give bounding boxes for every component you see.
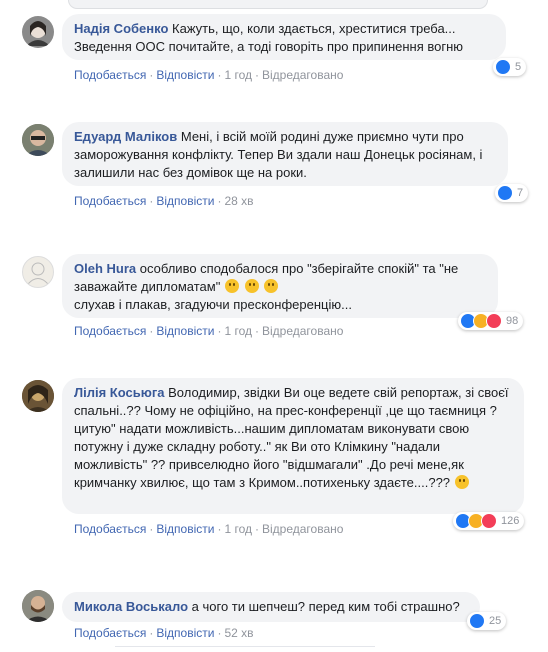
- reaction-summary[interactable]: 126: [453, 512, 525, 530]
- smile-emoji-icon: [244, 279, 259, 293]
- comment-text: Володимир, звідки Ви оце ведете свій реп…: [74, 385, 509, 490]
- love-reaction-icon: [486, 313, 502, 329]
- like-reaction-icon: [497, 185, 513, 201]
- avatar[interactable]: [22, 256, 54, 288]
- reply-link[interactable]: Відповісти: [156, 522, 214, 536]
- like-reaction-icon: [495, 59, 511, 75]
- comment-time[interactable]: 52 хв: [224, 626, 253, 640]
- avatar[interactable]: [22, 590, 54, 622]
- reaction-summary[interactable]: 98: [458, 312, 524, 330]
- comment-bubble: Лілія Косьюга Володимир, звідки Ви оце в…: [62, 378, 524, 514]
- avatar[interactable]: [22, 16, 54, 48]
- smile-emoji-icon: [264, 279, 279, 293]
- reply-link[interactable]: Відповісти: [156, 194, 214, 208]
- previous-comment-bubble-edge: [68, 0, 488, 9]
- love-reaction-icon: [481, 513, 497, 529]
- comment-time[interactable]: 28 хв: [224, 194, 253, 208]
- comment-actions: Подобається · Відповісти · 52 хв: [74, 626, 254, 640]
- comment-author[interactable]: Лілія Косьюга: [74, 385, 164, 400]
- comment-actions: Подобається · Відповісти · 1 год · Відредагова…: [74, 68, 344, 82]
- comment-bubble: Oleh Hura особливо сподобалося про "збер…: [62, 254, 498, 318]
- like-link[interactable]: Подобається: [74, 626, 146, 640]
- reply-link[interactable]: Відповісти: [156, 324, 214, 338]
- reply-link[interactable]: Відповісти: [156, 626, 214, 640]
- user-avatar-icon: [22, 124, 54, 156]
- like-link[interactable]: Подобається: [74, 522, 146, 536]
- comment-time[interactable]: 1 год: [224, 68, 252, 82]
- reaction-count: 7: [517, 187, 524, 199]
- reaction-summary[interactable]: 25: [467, 612, 507, 630]
- comment-text-line2: слухав і плакав, згадуючи пресконференці…: [74, 297, 352, 312]
- comment-actions: Подобається · Відповісти · 1 год · Відредагова…: [74, 324, 344, 338]
- comment-text: а чого ти шепчеш? перед ким тобі страшно…: [191, 599, 460, 614]
- edited-label: Відредаговано: [262, 68, 344, 82]
- reaction-count: 5: [515, 61, 522, 73]
- reaction-count: 126: [501, 515, 520, 527]
- reaction-summary[interactable]: 7: [495, 184, 529, 202]
- confused-emoji-icon: [454, 475, 469, 489]
- divider: [115, 646, 375, 647]
- reaction-count: 98: [506, 315, 519, 327]
- comment-actions: Подобається · Відповісти · 28 хв: [74, 194, 254, 208]
- comment-actions: Подобається · Відповісти · 1 год · Відредагова…: [74, 522, 344, 536]
- comment-author[interactable]: Надія Собенко: [74, 21, 168, 36]
- like-reaction-icon: [469, 613, 485, 629]
- comment-time[interactable]: 1 год: [224, 324, 252, 338]
- like-link[interactable]: Подобається: [74, 194, 146, 208]
- reply-link[interactable]: Відповісти: [156, 68, 214, 82]
- comment-author[interactable]: Oleh Hura: [74, 261, 136, 276]
- user-avatar-icon: [22, 380, 54, 412]
- edited-label: Відредаговано: [262, 522, 344, 536]
- reaction-count: 25: [489, 615, 502, 627]
- user-avatar-icon: [27, 262, 49, 285]
- smile-emoji-icon: [224, 279, 239, 293]
- comment-author[interactable]: Едуард Маліков: [74, 129, 177, 144]
- like-link[interactable]: Подобається: [74, 324, 146, 338]
- edited-label: Відредаговано: [262, 324, 344, 338]
- avatar[interactable]: [22, 124, 54, 156]
- reaction-summary[interactable]: 5: [493, 58, 527, 76]
- comment-time[interactable]: 1 год: [224, 522, 252, 536]
- user-avatar-icon: [22, 590, 54, 622]
- like-link[interactable]: Подобається: [74, 68, 146, 82]
- comment-bubble: Микола Воськало а чого ти шепчеш? перед …: [62, 592, 480, 622]
- avatar[interactable]: [22, 380, 54, 412]
- comment-bubble: Едуард Маліков Мені, і всій моїй родині …: [62, 122, 508, 186]
- comment-bubble: Надія Собенко Кажуть, що, коли здається,…: [62, 14, 506, 60]
- user-avatar-icon: [26, 21, 50, 46]
- comment-author[interactable]: Микола Воськало: [74, 599, 188, 614]
